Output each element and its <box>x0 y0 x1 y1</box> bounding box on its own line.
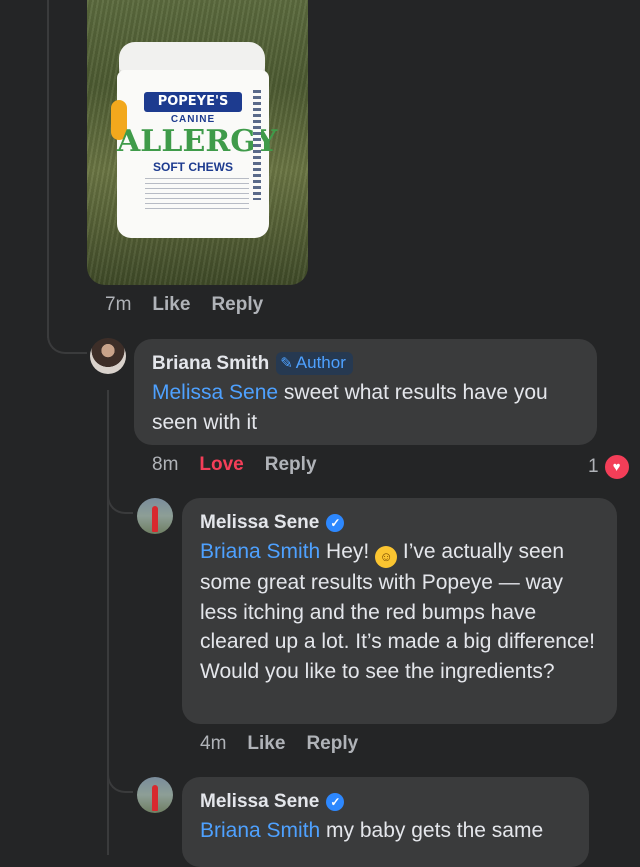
reply-button[interactable]: Reply <box>211 294 263 315</box>
reply-button[interactable]: Reply <box>265 454 317 475</box>
love-reaction-button[interactable]: Love <box>199 454 243 475</box>
comment-bubble: Briana Smith ✎ Author Melissa Sene sweet … <box>134 339 597 445</box>
thread-line-curve-2 <box>107 488 133 514</box>
mention-link[interactable]: Briana Smith <box>200 819 320 842</box>
comment-time: 8m <box>152 454 179 475</box>
comment-time: 4m <box>200 733 227 754</box>
product-fine-print <box>145 178 249 210</box>
reaction-count: 1 <box>588 456 599 477</box>
author-badge: ✎ Author <box>276 352 353 375</box>
comment-actions: 8m Love Reply <box>152 454 338 476</box>
comment-text: Melissa Sene sweet what results have you… <box>152 378 579 437</box>
comment-text: Briana Smith Hey! ☺ I’ve actually seen s… <box>200 537 599 686</box>
comment-bubble: Melissa Sene ✓ Briana Smith my baby gets… <box>182 777 589 867</box>
comment-time: 7m <box>105 294 132 315</box>
comment-actions: 4m Like Reply <box>200 733 379 755</box>
product-brand: POPEYE'S <box>144 92 242 112</box>
jar-stripe <box>253 90 261 200</box>
thread-line-curve-3 <box>107 767 133 793</box>
author-name[interactable]: Melissa Sene <box>200 512 319 534</box>
product-name: ALLERGY <box>117 124 278 159</box>
thread-line-curve <box>47 330 87 354</box>
product-jar: POPEYE'S CANINE ALLERGY SOFT CHEWS <box>111 70 278 238</box>
product-type: SOFT CHEWS <box>153 160 233 174</box>
like-button[interactable]: Like <box>152 294 190 315</box>
author-badge-label: Author <box>295 353 346 372</box>
heart-icon: ♥ <box>602 453 631 481</box>
reply-button[interactable]: Reply <box>306 733 358 754</box>
thread-line-outer <box>47 0 49 338</box>
like-button[interactable]: Like <box>247 733 285 754</box>
verified-badge-icon: ✓ <box>326 793 345 811</box>
comment-body-part: Hey! <box>320 540 376 563</box>
mention-link[interactable]: Briana Smith <box>200 540 320 563</box>
author-name[interactable]: Briana Smith <box>152 353 269 375</box>
comment-text: Briana Smith my baby gets the same <box>200 816 571 846</box>
reaction-summary[interactable]: 1 ♥ <box>588 453 631 481</box>
author-name[interactable]: Melissa Sene <box>200 791 319 813</box>
comment-body: my baby gets the same <box>320 819 544 842</box>
comment-actions: 7m Like Reply <box>105 294 284 316</box>
verified-badge-icon: ✓ <box>326 514 345 532</box>
avatar[interactable] <box>137 498 173 534</box>
comment-bubble: Melissa Sene ✓ Briana Smith Hey! ☺ I’ve … <box>182 498 617 724</box>
comment-author: Briana Smith ✎ Author <box>152 352 579 375</box>
comment-author: Melissa Sene ✓ <box>200 512 599 534</box>
thread-line-inner <box>107 390 109 855</box>
comment-photo[interactable]: POPEYE'S CANINE ALLERGY SOFT CHEWS <box>87 0 308 285</box>
pencil-icon: ✎ <box>280 355 293 372</box>
comment-author: Melissa Sene ✓ <box>200 791 571 813</box>
avatar[interactable] <box>137 777 173 813</box>
mention-link[interactable]: Melissa Sene <box>152 381 278 404</box>
avatar[interactable] <box>90 338 126 374</box>
smiling-face-emoji-icon: ☺ <box>375 546 398 568</box>
